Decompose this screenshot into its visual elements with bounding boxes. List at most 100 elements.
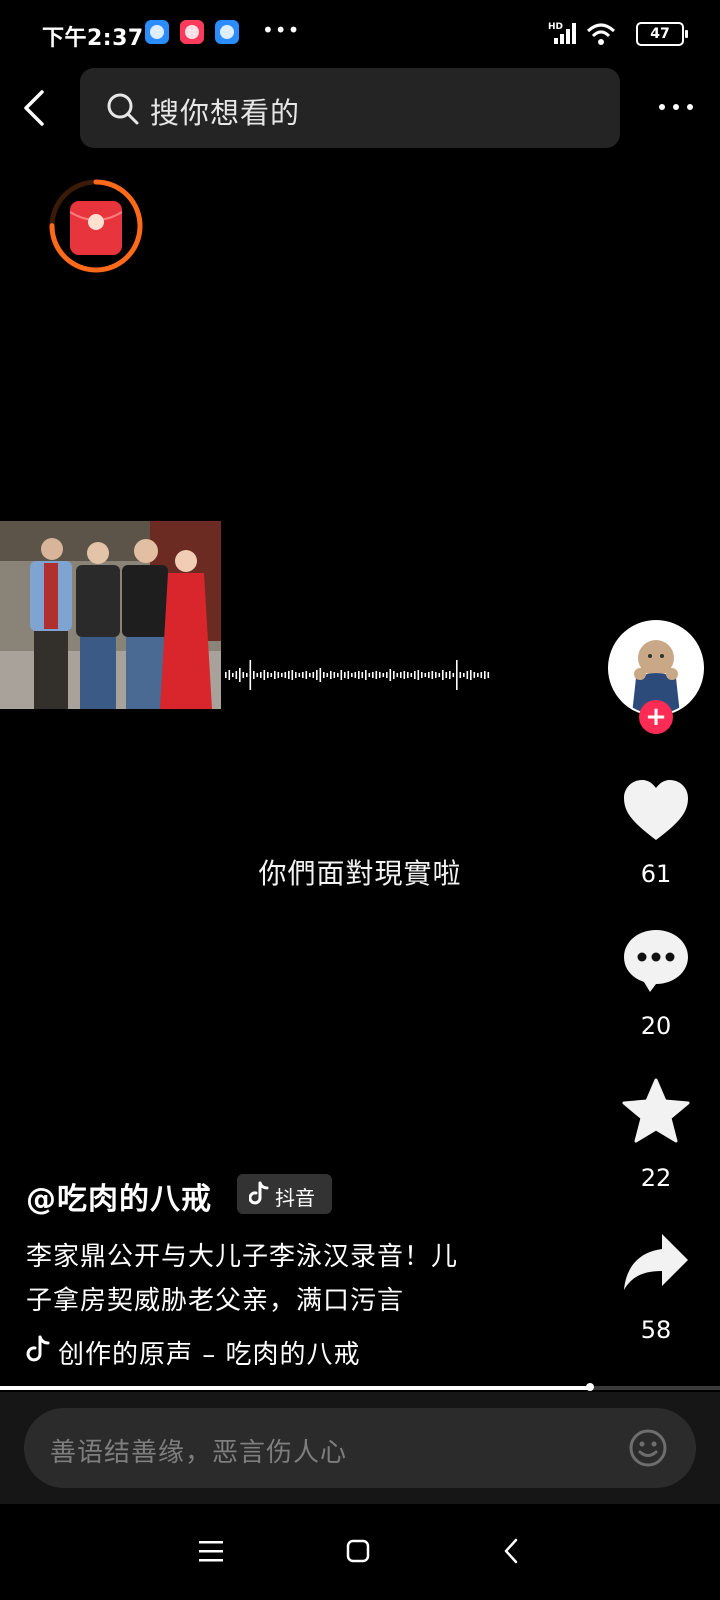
- waveform-bar: [431, 671, 434, 679]
- like-heart-icon[interactable]: [620, 776, 692, 848]
- battery-level: 47: [636, 22, 688, 46]
- waveform-bar: [396, 673, 399, 677]
- waveform-bar: [253, 671, 255, 679]
- waveform-bar: [288, 671, 290, 679]
- waveform-bar: [389, 669, 392, 681]
- red-packet-icon[interactable]: [46, 176, 146, 276]
- waveform-bar: [403, 671, 406, 679]
- comment-placeholder: 善语结善缘，恶言伤人心: [50, 1438, 348, 1468]
- emoji-icon[interactable]: [628, 1428, 668, 1468]
- waveform-bar: [298, 673, 301, 677]
- waveform-bar: [330, 671, 332, 679]
- follow-button[interactable]: +: [639, 700, 673, 734]
- waveform-bar: [228, 670, 231, 680]
- waveform-bar: [239, 668, 241, 682]
- waveform-bar: [277, 672, 280, 678]
- post-description-line: 李家鼎公开与大儿子李泳汉录音！儿: [26, 1242, 459, 1272]
- waveform-bar: [410, 673, 413, 677]
- waveform-bar: [333, 672, 336, 678]
- platform-badge-label: 抖音: [275, 1186, 315, 1210]
- waveform-bar: [414, 671, 416, 679]
- waveform-bar: [428, 672, 430, 678]
- waveform-bar: [361, 672, 364, 678]
- waveform-bar: [235, 671, 238, 679]
- waveform-bar: [484, 671, 486, 679]
- waveform-bar: [400, 672, 402, 678]
- waveform-bar: [323, 672, 325, 678]
- waveform-bar: [463, 673, 465, 677]
- author-name[interactable]: @吃肉的八戒: [26, 1174, 212, 1218]
- waveform-bar: [365, 670, 367, 680]
- video-thumbnail[interactable]: [0, 521, 221, 709]
- waveform-bar: [291, 670, 294, 680]
- waveform-bar: [354, 672, 357, 678]
- waveform-bar: [302, 672, 304, 678]
- audio-waveform: [225, 660, 490, 690]
- waveform-bar: [445, 672, 448, 678]
- waveform-bar: [477, 673, 479, 677]
- comment-icon[interactable]: [620, 924, 692, 996]
- waveform-bar: [256, 673, 259, 677]
- status-time: 下午2:37: [42, 26, 144, 51]
- waveform-bar: [312, 672, 315, 678]
- waveform-bar: [449, 671, 451, 679]
- messenger-icon: [145, 20, 169, 44]
- waveform-bar: [456, 660, 458, 690]
- waveform-bar: [232, 673, 234, 677]
- waveform-bar: [438, 673, 441, 677]
- post-description-line: 子拿房契威胁老父亲，满口污言: [26, 1286, 405, 1316]
- waveform-bar: [372, 672, 374, 678]
- waveform-bar: [442, 670, 444, 680]
- waveform-bar: [421, 672, 423, 678]
- waveform-bar: [270, 673, 273, 677]
- waveform-bar: [274, 671, 276, 679]
- waveform-bar: [316, 670, 318, 680]
- favorite-count: 22: [640, 1164, 672, 1192]
- more-notifications-icon: •••: [262, 18, 301, 42]
- messenger-icon: [215, 20, 239, 44]
- waveform-bar: [487, 672, 490, 678]
- waveform-bar: [309, 673, 311, 677]
- waveform-bar: [242, 672, 245, 678]
- network-label: HD: [548, 22, 563, 32]
- comment-count: 20: [640, 1012, 672, 1040]
- waveform-bar: [326, 673, 329, 677]
- video-subtitle: 你們面對現實啦: [258, 857, 462, 890]
- waveform-bar: [340, 670, 343, 680]
- douyin-note-icon: [249, 1181, 269, 1205]
- waveform-bar: [452, 673, 455, 677]
- platform-badge[interactable]: 抖音: [237, 1174, 332, 1214]
- waveform-bar: [379, 672, 381, 678]
- search-icon: [107, 93, 139, 125]
- waveform-bar: [435, 672, 437, 678]
- nav-back-icon[interactable]: [503, 1538, 519, 1564]
- waveform-bar: [424, 673, 427, 677]
- waveform-bar: [281, 673, 283, 677]
- waveform-bar: [249, 660, 252, 690]
- back-arrow-icon[interactable]: [16, 86, 56, 130]
- more-icon[interactable]: [656, 92, 696, 122]
- waveform-bar: [375, 671, 378, 679]
- like-count: 61: [640, 860, 672, 888]
- share-arrow-icon[interactable]: [620, 1228, 692, 1300]
- waveform-bar: [368, 673, 371, 677]
- waveform-bar: [466, 671, 469, 679]
- waveform-bar: [319, 668, 322, 682]
- recent-apps-icon[interactable]: [198, 1539, 224, 1563]
- favorite-star-icon[interactable]: [620, 1076, 692, 1148]
- home-icon[interactable]: [346, 1539, 370, 1563]
- waveform-bar: [351, 673, 353, 677]
- waveform-bar: [358, 671, 360, 679]
- waveform-bar: [246, 673, 248, 677]
- waveform-bar: [305, 671, 308, 679]
- waveform-bar: [267, 672, 269, 678]
- waveform-bar: [225, 672, 227, 678]
- waveform-bar: [386, 672, 388, 678]
- waveform-bar: [284, 672, 287, 678]
- waveform-bar: [393, 671, 395, 679]
- video-progress-fill: [0, 1386, 591, 1390]
- waveform-bar: [382, 673, 385, 677]
- waveform-bar: [347, 671, 350, 679]
- waveform-bar: [407, 672, 409, 678]
- waveform-bar: [263, 670, 266, 680]
